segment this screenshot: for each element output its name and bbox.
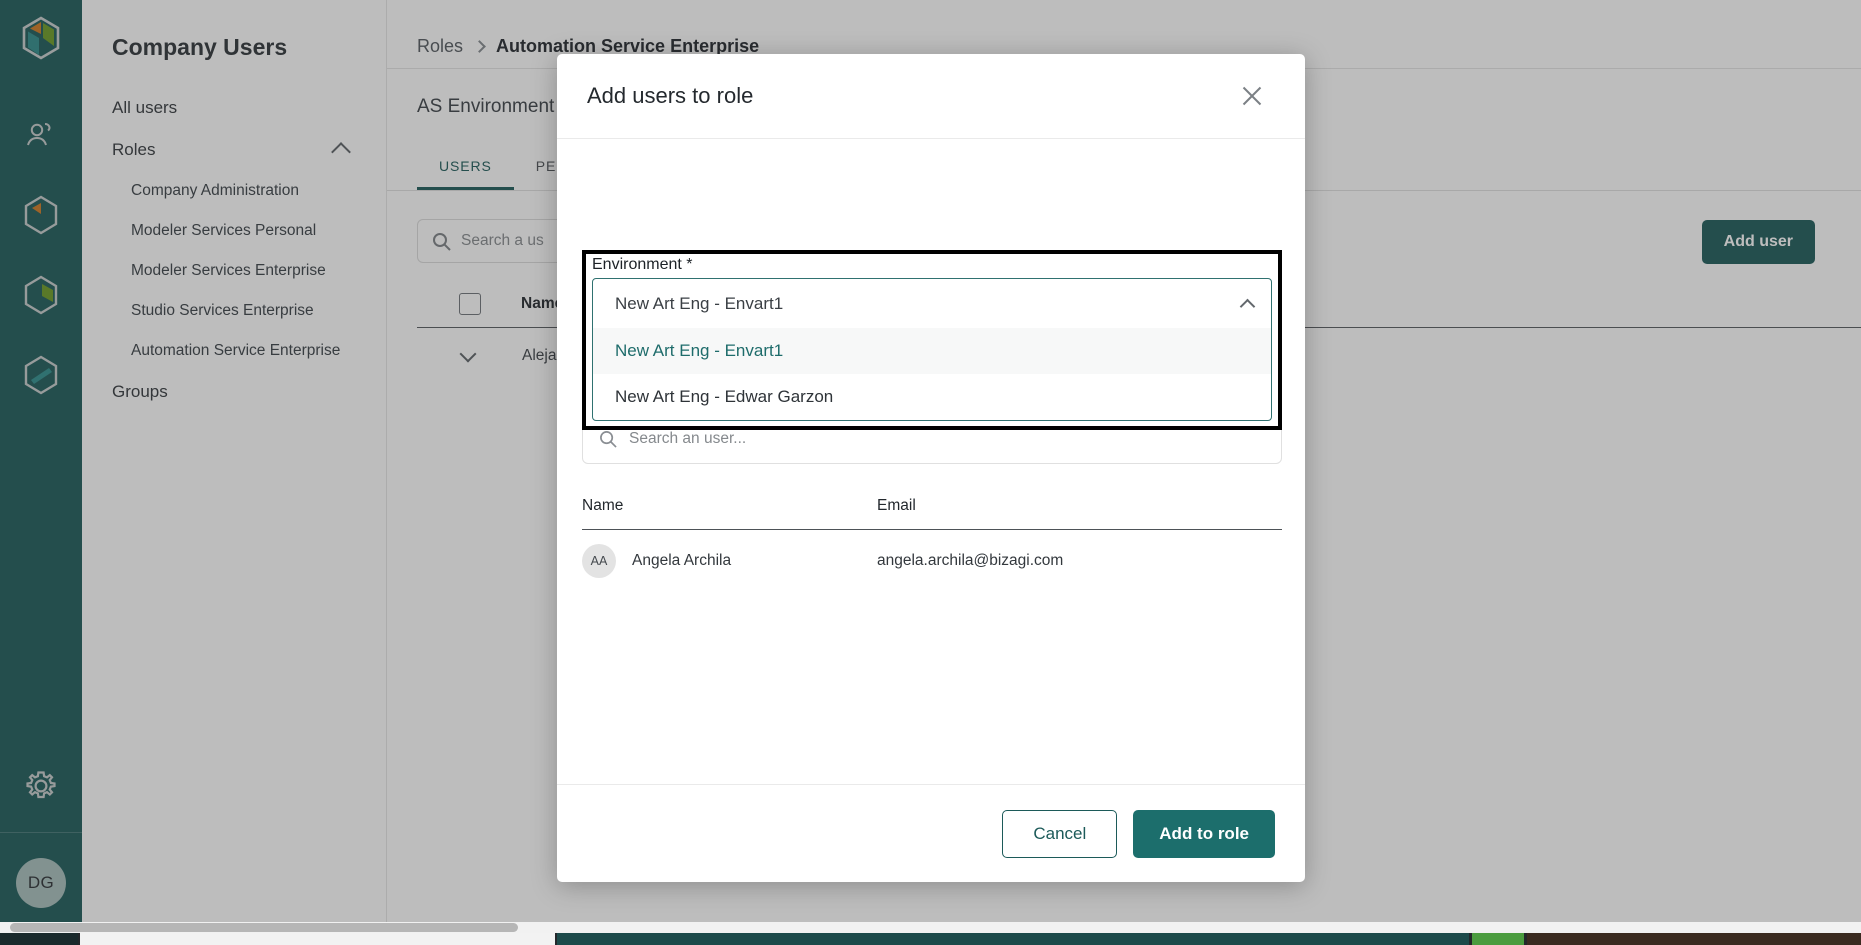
dialog-title: Add users to role <box>587 83 754 108</box>
environment-field-focus-outline: Environment * New Art Eng - Envart1 New … <box>582 250 1282 430</box>
option-label: New Art Eng - Edwar Garzon <box>615 387 834 406</box>
bizagi-hex-logo-icon[interactable] <box>21 16 61 65</box>
taskbar-segment <box>0 933 78 945</box>
table-header-row: Name Email <box>582 497 1282 530</box>
dialog-header: Add users to role <box>557 54 1305 139</box>
nav-sub-label: Modeler Services Personal <box>131 222 317 239</box>
column-header-name: Name <box>582 497 624 514</box>
chevron-down-icon[interactable] <box>459 345 477 362</box>
search-icon <box>600 431 617 448</box>
sidebar-item-modeler[interactable] <box>0 175 82 255</box>
column-header-email: Email <box>877 497 916 514</box>
user-avatar-button[interactable]: DG <box>0 833 82 933</box>
nav-sub-label: Studio Services Enterprise <box>131 302 314 319</box>
taskbar-segment <box>1527 933 1861 945</box>
nav-item-label: Groups <box>112 382 168 401</box>
sidebar-item-studio-services-enterprise[interactable]: Studio Services Enterprise <box>82 291 386 331</box>
taskbar-segment <box>557 933 1469 945</box>
option-label: New Art Eng - Envart1 <box>615 341 784 360</box>
environment-option-envart1[interactable]: New Art Eng - Envart1 <box>593 328 1271 374</box>
environment-label: Environment * <box>592 256 693 273</box>
nav-item-label: Roles <box>112 140 156 159</box>
modal-users-table: Name Email AA Angela Archila angela.arch… <box>582 497 1282 592</box>
breadcrumb-parent[interactable]: Roles <box>417 36 463 57</box>
environment-select[interactable]: New Art Eng - Envart1 New Art Eng - Enva… <box>592 278 1272 421</box>
cancel-button[interactable]: Cancel <box>1002 809 1118 858</box>
environment-select-value[interactable]: New Art Eng - Envart1 <box>593 279 1271 328</box>
chevron-up-icon <box>1239 298 1256 314</box>
scrollbar-thumb[interactable] <box>10 923 518 932</box>
user-search-placeholder: Search an user... <box>629 430 747 447</box>
nav-item-all-users[interactable]: All users <box>82 87 386 129</box>
nav-panel: Company Users All users Roles Company Ad… <box>82 0 387 933</box>
sidebar-item-modeler-services-personal[interactable]: Modeler Services Personal <box>82 211 386 251</box>
hex-teal-band-icon <box>24 355 58 395</box>
sidebar-item-company-administration[interactable]: Company Administration <box>82 171 386 211</box>
sidebar-item-studio[interactable] <box>0 255 82 335</box>
icon-rail: DG <box>0 0 82 933</box>
sidebar-item-modeler-services-enterprise[interactable]: Modeler Services Enterprise <box>82 251 386 291</box>
sidebar-item-automation[interactable] <box>0 335 82 415</box>
nav-item-groups[interactable]: Groups <box>82 371 386 413</box>
horizontal-scrollbar[interactable] <box>0 922 1861 933</box>
nav-sub-label: Company Administration <box>131 182 299 199</box>
environment-option-edwar-garzon[interactable]: New Art Eng - Edwar Garzon <box>593 374 1271 420</box>
add-to-role-button[interactable]: Add to role <box>1133 809 1275 858</box>
hex-orange-wedge-icon <box>24 195 58 235</box>
table-row[interactable]: AA Angela Archila angela.archila@bizagi.… <box>582 530 1282 592</box>
sidebar-item-people[interactable] <box>0 95 82 175</box>
nav-item-roles[interactable]: Roles <box>82 129 386 171</box>
chevron-right-icon <box>473 39 486 53</box>
app-root: DG Company Users All users Roles Company… <box>0 0 1861 945</box>
nav-item-label: All users <box>112 98 178 117</box>
nav-sub-label: Automation Service Enterprise <box>131 342 341 359</box>
rail-bottom-group: DG <box>0 740 82 933</box>
dialog-footer: Cancel Add to role <box>557 784 1305 882</box>
nav-sub-label: Modeler Services Enterprise <box>131 262 326 279</box>
chevron-up-icon <box>331 142 351 162</box>
os-taskbar <box>0 933 1861 945</box>
avatar: AA <box>582 544 616 578</box>
search-icon <box>433 232 451 251</box>
add-user-button[interactable]: Add user <box>1701 220 1815 264</box>
checkbox-unchecked-icon[interactable] <box>459 293 481 315</box>
close-icon[interactable] <box>1237 81 1267 111</box>
sidebar-item-settings[interactable] <box>0 740 82 832</box>
dialog-body: Environment * New Art Eng - Envart1 New … <box>557 139 1305 784</box>
taskbar-segment <box>80 933 555 945</box>
cell-email: angela.archila@bizagi.com <box>877 552 1064 569</box>
gear-settings-icon <box>26 771 56 799</box>
tab-users[interactable]: USERS <box>417 158 514 190</box>
page-title: Company Users <box>112 34 288 60</box>
cell-name: AA Angela Archila <box>582 544 877 578</box>
user-name-text: Angela Archila <box>632 552 732 569</box>
environment-selected-text: New Art Eng - Envart1 <box>615 293 784 313</box>
taskbar-segment <box>1472 933 1524 945</box>
search-placeholder: Search a us <box>461 232 544 249</box>
users-people-icon <box>27 123 51 146</box>
sidebar-item-automation-service-enterprise[interactable]: Automation Service Enterprise <box>82 331 386 371</box>
add-users-dialog: Add users to role Environment * New Art … <box>557 54 1305 882</box>
avatar-initials: DG <box>16 858 66 908</box>
hex-green-wedge-icon <box>24 275 58 315</box>
